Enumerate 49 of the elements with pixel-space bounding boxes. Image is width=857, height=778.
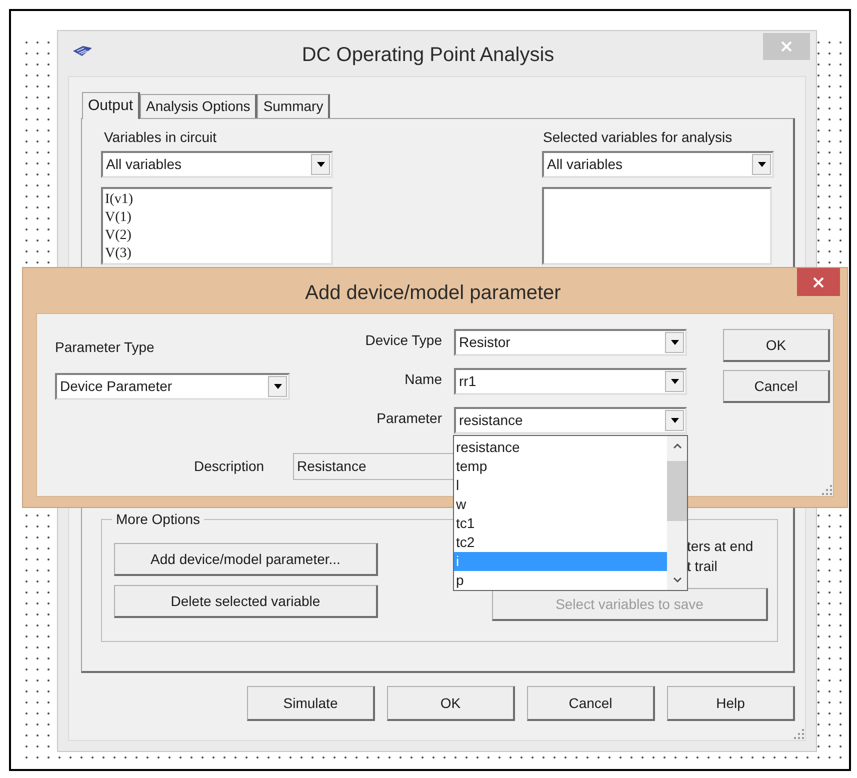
tab[interactable]: Summary — [257, 94, 330, 118]
field-label: Name — [404, 370, 442, 389]
scrollbar[interactable] — [667, 436, 687, 590]
window-title: DC Operating Point Analysis — [300, 43, 556, 68]
list-item[interactable]: V(2) — [105, 227, 331, 245]
list-item[interactable]: V(1) — [105, 209, 331, 227]
dropdown-item[interactable]: tc2 — [454, 533, 667, 552]
dropdown-item[interactable]: tc1 — [454, 514, 667, 533]
field-label: Description — [194, 457, 266, 476]
dropdown-item[interactable]: w — [454, 495, 667, 514]
field-label: Device Type — [364, 331, 442, 350]
button[interactable]: Delete selected variable — [114, 585, 378, 618]
filter-dropdown[interactable]: All variables — [542, 151, 774, 178]
close-icon — [781, 41, 792, 52]
filter-dropdown[interactable]: All variables — [101, 151, 333, 178]
button[interactable]: Add device/model parameter... — [114, 543, 378, 576]
parameter-type-dropdown[interactable]: Device Parameter — [55, 373, 290, 400]
resize-grip-icon[interactable] — [822, 485, 832, 495]
app-logo-icon — [71, 45, 93, 57]
scroll-down-icon[interactable] — [672, 577, 682, 583]
list-item[interactable]: I(v1) — [105, 191, 331, 209]
dropdown-item[interactable]: temp — [454, 457, 667, 476]
button[interactable]: Help — [667, 686, 795, 721]
dialog-title: Add device/model parameter — [304, 281, 562, 306]
close-button[interactable] — [797, 268, 840, 296]
button[interactable]: OK — [723, 329, 830, 362]
close-icon — [813, 276, 824, 288]
resize-grip-icon[interactable] — [794, 729, 804, 739]
option-text: t trail — [687, 557, 718, 576]
button[interactable]: Cancel — [527, 686, 655, 721]
field-label: Parameter — [376, 409, 442, 428]
scrollbar-thumb[interactable] — [667, 461, 687, 521]
button[interactable]: OK — [387, 686, 515, 721]
tab[interactable]: Analysis Options — [140, 94, 258, 118]
list-label: Variables in circuit — [103, 128, 218, 145]
field-dropdown[interactable]: rr1 — [454, 368, 687, 395]
field-label: Parameter Type — [55, 338, 156, 355]
list-item[interactable]: V(3) — [105, 245, 331, 263]
dropdown-item[interactable]: l — [454, 476, 667, 495]
option-text: ters at end — [687, 537, 754, 556]
button[interactable]: Cancel — [723, 370, 830, 403]
field-dropdown[interactable]: resistance — [454, 407, 687, 434]
scroll-up-icon[interactable] — [672, 443, 682, 449]
button[interactable]: Simulate — [247, 686, 375, 721]
dropdown-item[interactable]: resistance — [454, 438, 667, 457]
tab[interactable]: Output — [82, 92, 140, 119]
field-dropdown[interactable]: Resistor — [454, 329, 687, 356]
dropdown-item[interactable]: p — [454, 571, 667, 590]
list-label: Selected variables for analysis — [542, 128, 734, 145]
